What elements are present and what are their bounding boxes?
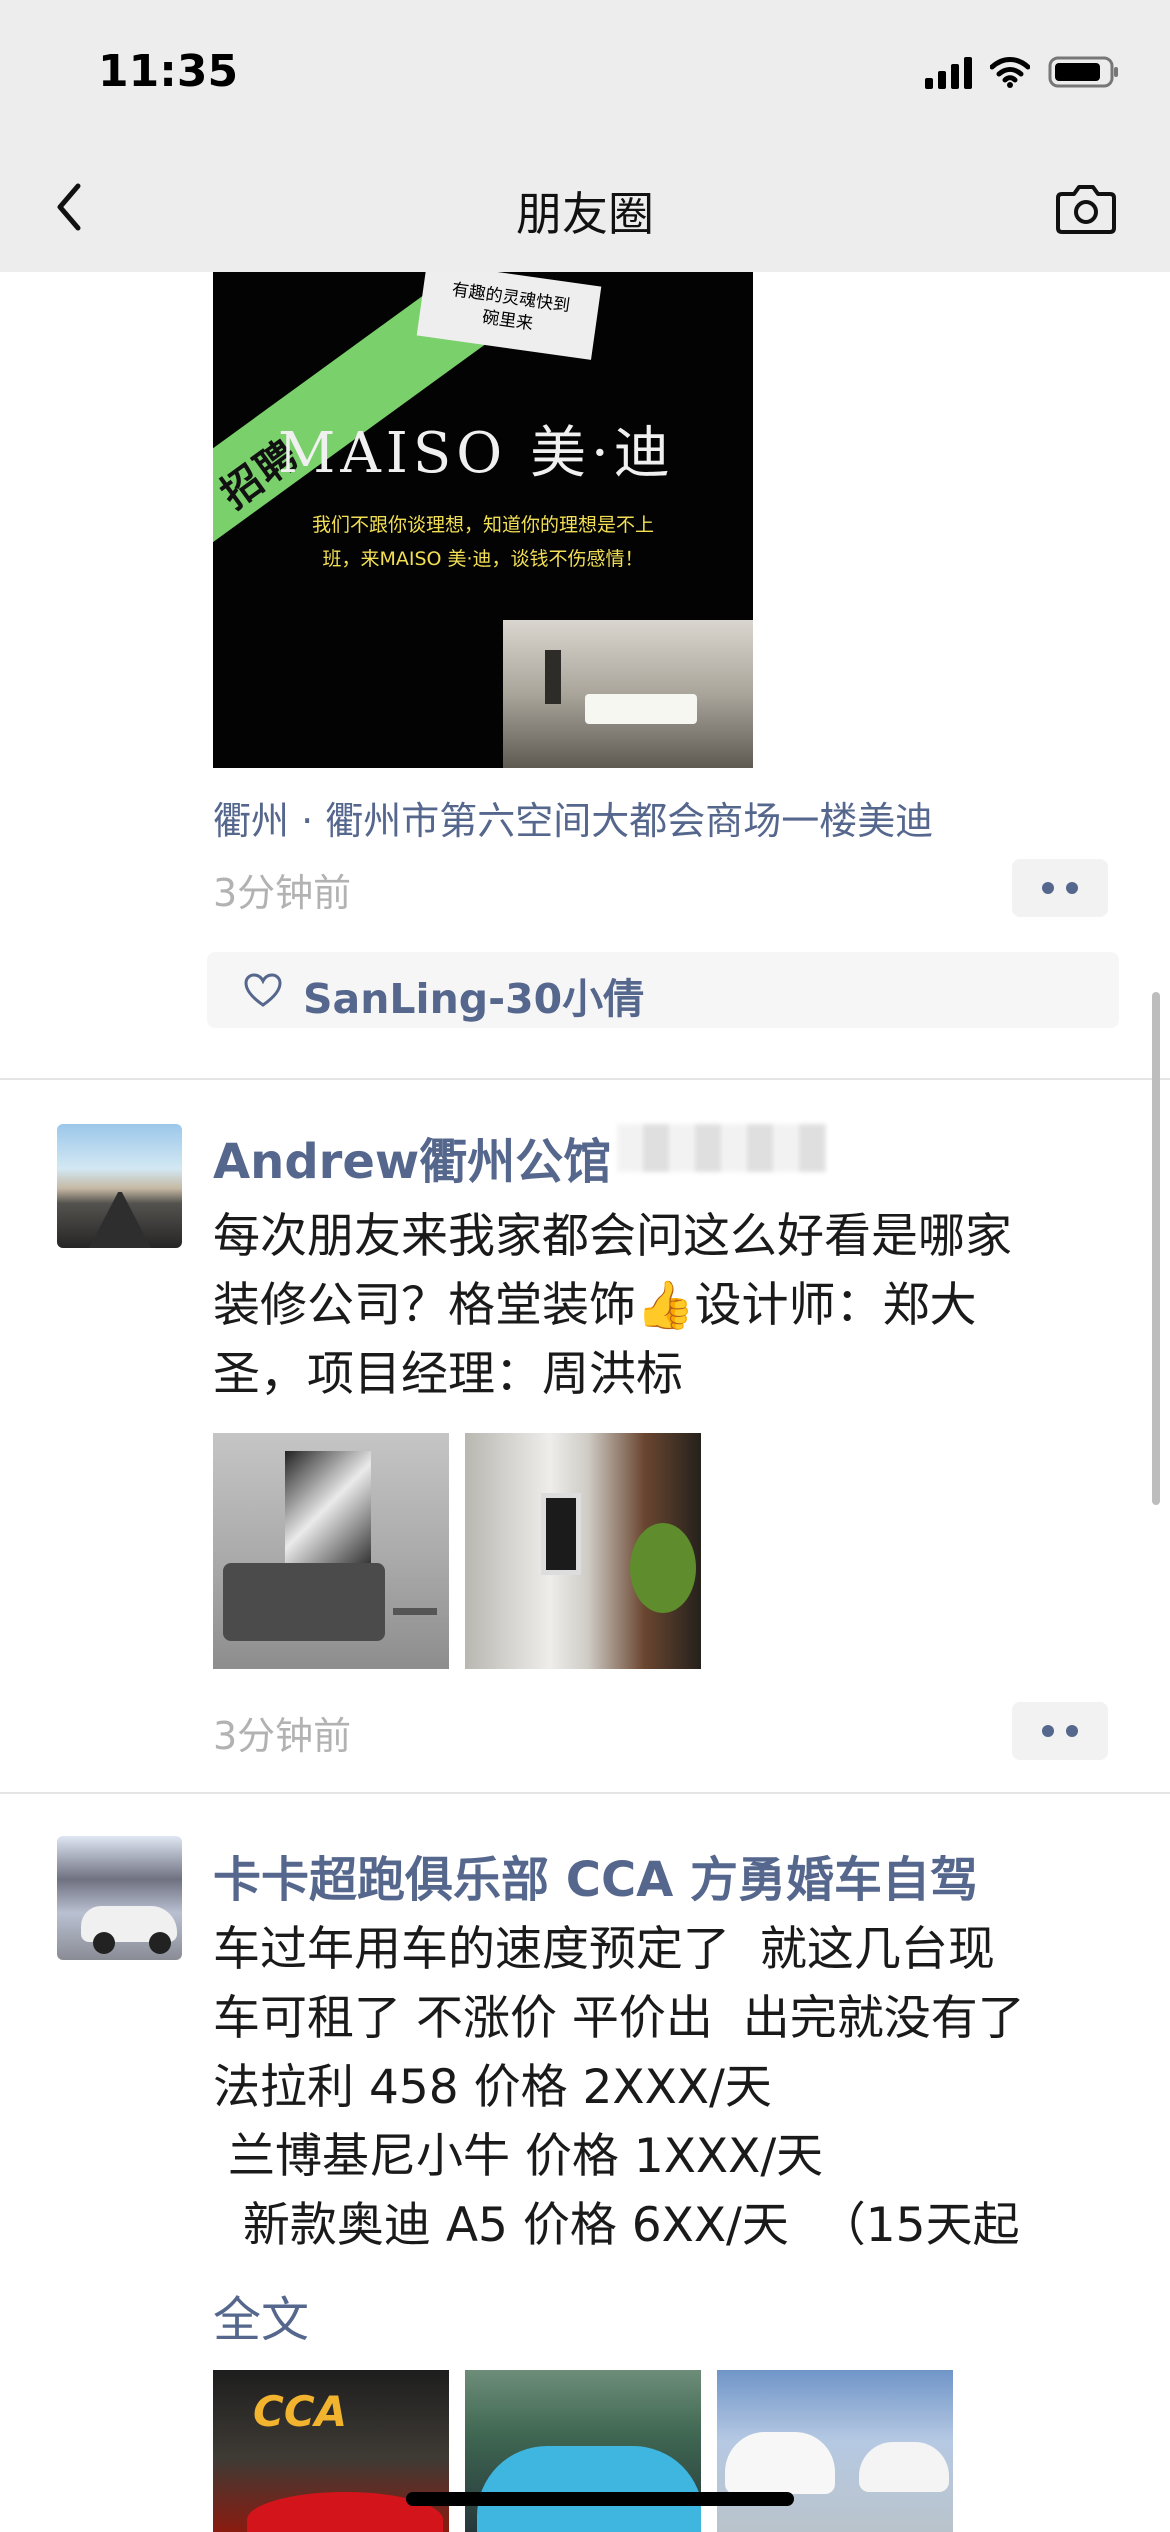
dot-icon bbox=[1066, 882, 1078, 894]
sofa bbox=[223, 1563, 385, 1641]
sofa-shape bbox=[585, 694, 697, 724]
status-time: 11:35 bbox=[98, 46, 239, 97]
post-timestamp: 3分钟前 bbox=[213, 1714, 352, 1758]
post-photo-car-ferrari[interactable]: CCA bbox=[213, 2370, 449, 2532]
post-text: 车过年用车的速度预定了 就这几台现 车可租了 不涨价 平价出 出完就没有了 法拉… bbox=[213, 1922, 1025, 2253]
post-photo-hallway[interactable] bbox=[465, 1433, 701, 1669]
post-photo-car-lamborghini[interactable] bbox=[465, 2370, 701, 2532]
home-indicator[interactable] bbox=[406, 2492, 794, 2506]
plant bbox=[630, 1523, 696, 1613]
likes-box: SanLing-30小倩 bbox=[207, 952, 1119, 1028]
poster-name[interactable]: 卡卡超跑俱乐部 CCA 方勇婚车自驾 bbox=[213, 1840, 978, 1910]
signal-icon bbox=[925, 55, 972, 89]
liker-name[interactable]: SanLing-30小倩 bbox=[303, 965, 644, 1025]
blue-car bbox=[477, 2446, 701, 2532]
brand-logo: MAISO 美·迪 bbox=[278, 421, 675, 486]
post-photo-car-audi[interactable] bbox=[717, 2370, 953, 2532]
full-text-link[interactable]: 全文 bbox=[213, 2280, 309, 2350]
lamp-shape bbox=[545, 650, 561, 704]
room-preview bbox=[503, 620, 753, 768]
recruitment-post-image[interactable]: 招聘 有趣的灵魂快到 碗里来 MAISO 美·迪 我们不跟你谈理想，知道你的理想… bbox=[213, 260, 753, 768]
post-location[interactable]: 衢州 · 衢州市第六空间大都会商场一楼美迪 bbox=[213, 790, 933, 845]
hall-picture-frame bbox=[541, 1493, 581, 1575]
dot-icon bbox=[1066, 1725, 1078, 1737]
photo-logo: CCA bbox=[253, 2387, 348, 2436]
image-slogan: 我们不跟你谈理想，知道你的理想是不上 班，来MAISO 美·迪，谈钱不伤感情！ bbox=[311, 514, 654, 570]
avatar[interactable] bbox=[57, 1124, 182, 1248]
post-divider bbox=[0, 1078, 1170, 1080]
post-divider bbox=[0, 1792, 1170, 1794]
road-shape bbox=[89, 1192, 151, 1248]
post-text: 每次朋友来我家都会问这么好看是哪家 装修公司？格堂装饰👍设计师：郑大 圣，项目经… bbox=[213, 1209, 1012, 1402]
post-actions-button[interactable] bbox=[1012, 859, 1108, 917]
dot-icon bbox=[1042, 1725, 1054, 1737]
white-car bbox=[859, 2442, 949, 2492]
wheel-shape bbox=[93, 1932, 115, 1954]
white-car bbox=[725, 2432, 835, 2494]
side-table bbox=[393, 1608, 437, 1615]
dot-icon bbox=[1042, 882, 1054, 894]
post-actions-button[interactable] bbox=[1012, 1702, 1108, 1760]
page-title: 朋友圈 bbox=[516, 187, 654, 241]
moments-feed[interactable]: 招聘 有趣的灵魂快到 碗里来 MAISO 美·迪 我们不跟你谈理想，知道你的理想… bbox=[0, 0, 1170, 2532]
wifi-icon bbox=[990, 56, 1030, 88]
poster-name[interactable]: Andrew衢州公馆 bbox=[213, 1122, 611, 1192]
top-bar: 11:35 朋友圈 bbox=[0, 0, 1170, 272]
battery-icon bbox=[1048, 55, 1120, 89]
wheel-shape bbox=[149, 1932, 171, 1954]
avatar[interactable] bbox=[57, 1836, 182, 1960]
heart-icon bbox=[244, 973, 282, 1007]
camera-icon[interactable] bbox=[1054, 180, 1118, 236]
blurred-name-mask bbox=[617, 1124, 827, 1172]
post-timestamp: 3分钟前 bbox=[213, 871, 352, 915]
status-icons bbox=[925, 52, 1120, 92]
post-photo-living-room[interactable] bbox=[213, 1433, 449, 1669]
scrollbar[interactable] bbox=[1152, 992, 1160, 1505]
